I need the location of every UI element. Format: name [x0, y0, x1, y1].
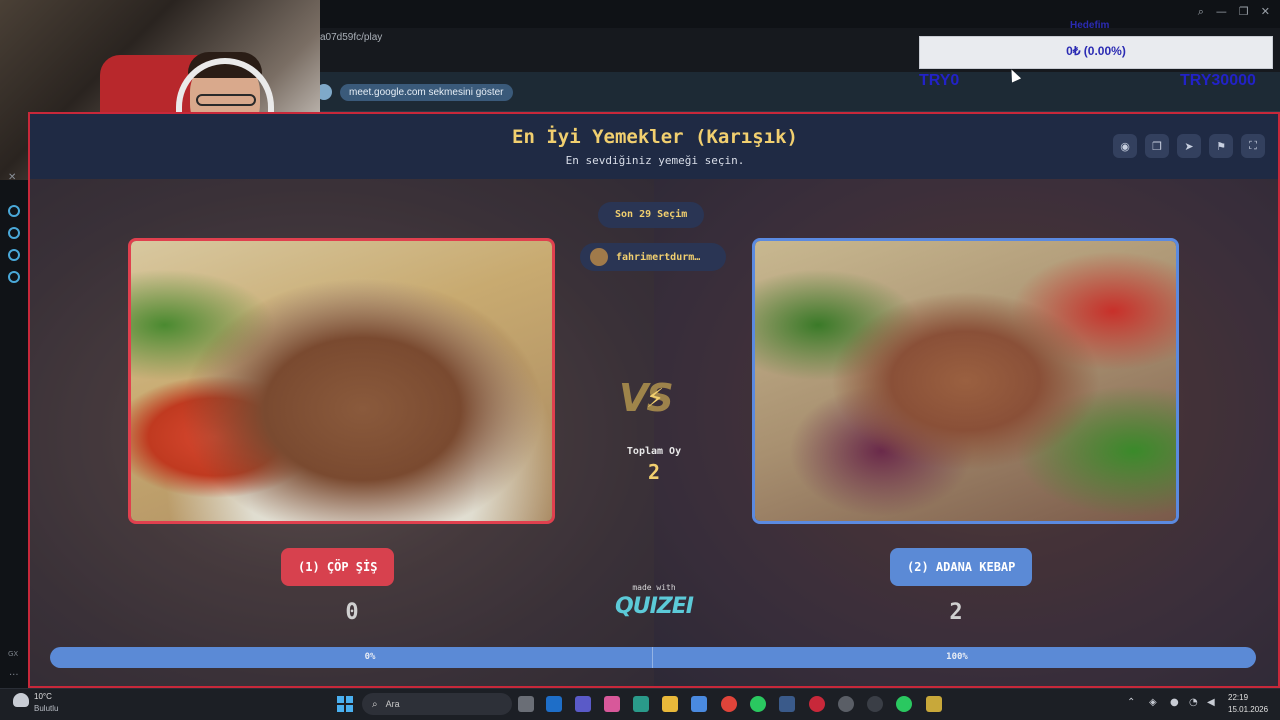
donation-min: TRY0	[919, 72, 960, 89]
clock-date[interactable]: 15.01.2026	[1228, 705, 1268, 714]
recent-choices-pill[interactable]: Son 29 Seçim	[598, 202, 705, 228]
choice-card-left[interactable]	[128, 238, 555, 524]
spotify-icon[interactable]	[750, 696, 766, 712]
more-icon[interactable]: ···	[9, 670, 19, 681]
weather-description[interactable]: Bulutlu	[34, 704, 58, 713]
search-icon[interactable]: ⌕	[1198, 5, 1204, 19]
recent-user-pill[interactable]: fahrimertdurm…	[580, 243, 726, 271]
start-button[interactable]	[337, 696, 353, 712]
steam-icon[interactable]	[779, 696, 795, 712]
fullscreen-icon[interactable]: ⛶	[1241, 134, 1265, 158]
clock-time[interactable]: 22:19	[1228, 693, 1248, 702]
store-icon[interactable]	[691, 696, 707, 712]
volume-icon[interactable]: ◀	[1207, 697, 1215, 708]
page-title: En İyi Yemekler (Karışık)	[512, 126, 798, 148]
choice-button-left[interactable]: (1) ÇÖP ŞİŞ	[281, 548, 395, 586]
page-subtitle: En sevdiğiniz yemeği seçin.	[565, 154, 745, 167]
recent-user-name: fahrimertdurm…	[616, 251, 701, 263]
obs-icon[interactable]	[838, 696, 854, 712]
window-controls: ⌕ — ❐ ✕	[1198, 5, 1270, 19]
vote-count-left: 0	[345, 600, 359, 625]
vote-share-divider	[652, 647, 653, 668]
edge-icon[interactable]	[633, 696, 649, 712]
app-icon[interactable]	[867, 696, 883, 712]
teams-icon[interactable]	[575, 696, 591, 712]
notepad-icon[interactable]	[926, 696, 942, 712]
messenger-icon[interactable]	[8, 205, 20, 217]
vote-share-bar: 0% 100%	[50, 647, 1256, 668]
whatsapp-icon[interactable]	[896, 696, 912, 712]
quizei-logo[interactable]: QUIZEI	[590, 594, 718, 619]
file-explorer-icon[interactable]	[662, 696, 678, 712]
vote-share-right-label: 100%	[946, 652, 968, 662]
restore-icon[interactable]: ❐	[1239, 5, 1249, 19]
copy-icon[interactable]: ❐	[1145, 134, 1169, 158]
task-view-icon[interactable]	[518, 696, 534, 712]
adana-kebap-image	[755, 241, 1176, 521]
close-icon[interactable]: ✕	[8, 172, 16, 183]
cop-sis-image	[131, 241, 552, 521]
opera-gx-icon[interactable]	[809, 696, 825, 712]
weather-temperature[interactable]: 10°C	[34, 692, 52, 701]
minimize-icon[interactable]: —	[1216, 5, 1227, 19]
quiz-header: En İyi Yemekler (Karışık) En sevdiğiniz …	[30, 114, 1278, 179]
total-votes-label: Toplam Oy	[626, 446, 682, 457]
taskbar-search[interactable]: ⌕ Ara	[362, 693, 512, 715]
eye-icon[interactable]: ◉	[1113, 134, 1137, 158]
shield-icon[interactable]: ◈	[1149, 697, 1157, 708]
gx-label[interactable]: GX	[8, 650, 18, 658]
show-meet-tab-button[interactable]: meet.google.com sekmesini göster	[340, 84, 513, 101]
vote-share-left-label: 0%	[364, 652, 376, 662]
outlook-icon[interactable]	[546, 696, 562, 712]
chrome-icon[interactable]	[721, 696, 737, 712]
copilot-icon[interactable]	[604, 696, 620, 712]
network-icon[interactable]: ◔	[1189, 697, 1198, 708]
total-votes-value: 2	[647, 460, 661, 484]
search-icon: ⌕	[372, 698, 378, 710]
flag-icon[interactable]: ⚑	[1209, 134, 1233, 158]
lightning-icon: ⚡	[646, 384, 665, 414]
extensions-icon[interactable]	[8, 249, 20, 261]
donation-goal-title: Hedefim	[1070, 20, 1110, 31]
browser-sidebar	[0, 180, 28, 688]
microphone-icon[interactable]: ●	[1170, 697, 1179, 708]
history-icon[interactable]	[8, 227, 20, 239]
donation-amount: 0₺ (0.00%)	[1066, 44, 1126, 58]
choice-button-right[interactable]: (2) ADANA KEBAP	[890, 548, 1033, 586]
vote-count-right: 2	[949, 600, 963, 625]
made-with-label: made with	[632, 583, 676, 592]
avatar	[590, 248, 608, 266]
chevron-up-icon[interactable]: ⌃	[1127, 697, 1135, 708]
url-text[interactable]: a07d59fc/play	[320, 32, 382, 43]
quiz-page: En İyi Yemekler (Karışık) En sevdiğiniz …	[28, 112, 1280, 688]
choice-card-right[interactable]	[752, 238, 1179, 524]
close-icon[interactable]: ✕	[1261, 5, 1270, 19]
taskbar-search-placeholder: Ara	[385, 699, 400, 709]
settings-icon[interactable]	[8, 271, 20, 283]
donation-max: TRY30000	[1180, 72, 1256, 89]
cloud-icon[interactable]	[13, 693, 29, 707]
send-icon[interactable]: ➤	[1177, 134, 1201, 158]
